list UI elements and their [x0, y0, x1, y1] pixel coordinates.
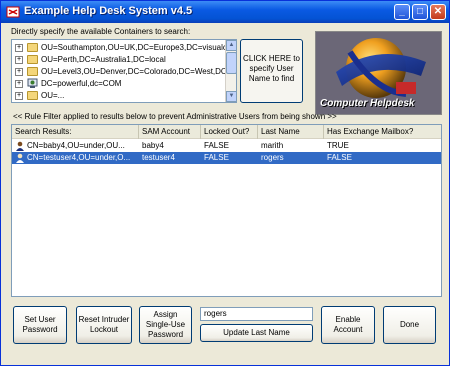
table-row[interactable]: CN=baby4,OU=under,OU... baby4 FALSE mari…: [12, 140, 441, 152]
app-window: Example Help Desk System v4.5 _ □ ✕ Dire…: [0, 0, 450, 366]
title-bar[interactable]: Example Help Desk System v4.5 _ □ ✕: [1, 1, 449, 23]
table-row[interactable]: CN=testuser4,OU=under,O... testuser4 FAL…: [12, 151, 441, 165]
rule-filter-notice: << Rule Filter applied to results below …: [13, 112, 337, 121]
folder-icon: [27, 43, 38, 52]
tree-item[interactable]: + DC=powerful,dc=COM: [12, 78, 226, 90]
window-title: Example Help Desk System v4.5: [24, 5, 193, 17]
set-user-password-button[interactable]: Set User Password: [13, 306, 67, 344]
sam-cell: baby4: [142, 141, 164, 150]
dn-cell: CN=testuser4,OU=under,O...: [27, 153, 131, 162]
column-header[interactable]: Search Results:: [12, 125, 139, 139]
last-name-cell: rogers: [261, 153, 284, 162]
minimize-button[interactable]: _: [394, 4, 410, 20]
column-header[interactable]: Last Name: [258, 125, 324, 139]
reset-intruder-lockout-button[interactable]: Reset Intruder Lockout: [76, 306, 132, 344]
logo-text: Computer Helpdesk: [320, 98, 415, 109]
expand-icon[interactable]: +: [15, 80, 23, 88]
scroll-thumb[interactable]: [226, 52, 236, 74]
folder-icon: [27, 67, 38, 76]
containers-label: Directly specify the available Container…: [11, 27, 191, 36]
tree-scrollbar[interactable]: ▲ ▼: [225, 40, 236, 102]
dn-cell: CN=baby4,OU=under,OU...: [27, 141, 125, 150]
expand-icon[interactable]: +: [15, 68, 23, 76]
locked-cell: FALSE: [204, 141, 229, 150]
expand-icon[interactable]: +: [15, 44, 23, 52]
locked-cell: FALSE: [204, 153, 229, 162]
enable-account-button[interactable]: Enable Account: [321, 306, 375, 344]
maximize-button[interactable]: □: [412, 4, 428, 20]
folder-icon: [27, 55, 38, 64]
tree-item-label: OU=Level3,OU=Denver,DC=Colorado,DC=West,…: [41, 67, 226, 76]
scroll-down-icon[interactable]: ▼: [226, 91, 236, 102]
domain-icon: [27, 78, 38, 88]
assign-single-use-password-button[interactable]: Assign Single-Use Password: [139, 306, 192, 344]
search-results-list[interactable]: Search Results: SAM Account Locked Out? …: [11, 124, 442, 297]
tree-item-label: DC=powerful,dc=COM: [41, 79, 122, 88]
tree-item-label: OU=Perth,DC=Australia1,DC=local: [41, 55, 166, 64]
close-button[interactable]: ✕: [430, 4, 446, 20]
last-name-cell: marith: [261, 141, 284, 150]
column-header[interactable]: Has Exchange Mailbox?: [324, 125, 441, 139]
computer-helpdesk-logo: Computer Helpdesk: [315, 31, 442, 115]
tree-item-label: OU=...: [41, 91, 65, 100]
tree-item[interactable]: + OU=Level3,OU=Denver,DC=Colorado,DC=Wes…: [12, 66, 226, 78]
update-last-name-button[interactable]: Update Last Name: [200, 324, 313, 342]
tree-item[interactable]: + OU=Perth,DC=Australia1,DC=local: [12, 54, 226, 66]
mailbox-cell: TRUE: [327, 141, 349, 150]
results-header: Search Results: SAM Account Locked Out? …: [12, 125, 441, 139]
specify-user-button[interactable]: CLICK HERE to specify User Name to find: [240, 39, 303, 103]
column-header[interactable]: Locked Out?: [201, 125, 258, 139]
scroll-up-icon[interactable]: ▲: [226, 40, 236, 51]
container-tree[interactable]: + OU=Southampton,OU=UK,DC=Europe3,DC=vis…: [11, 39, 237, 103]
tree-item-label: OU=Southampton,OU=UK,DC=Europe3,DC=visua…: [41, 43, 226, 52]
done-button[interactable]: Done: [383, 306, 436, 344]
folder-icon: [27, 91, 38, 100]
tree-item[interactable]: + OU=Southampton,OU=UK,DC=Europe3,DC=vis…: [12, 42, 226, 54]
tree-item[interactable]: + OU=...: [12, 90, 226, 100]
expand-icon[interactable]: +: [15, 56, 23, 64]
app-icon: [6, 6, 20, 18]
column-header[interactable]: SAM Account: [139, 125, 201, 139]
mailbox-cell: FALSE: [327, 153, 352, 162]
expand-icon[interactable]: +: [15, 92, 23, 100]
last-name-input[interactable]: rogers: [200, 307, 313, 321]
sam-cell: testuser4: [142, 153, 175, 162]
